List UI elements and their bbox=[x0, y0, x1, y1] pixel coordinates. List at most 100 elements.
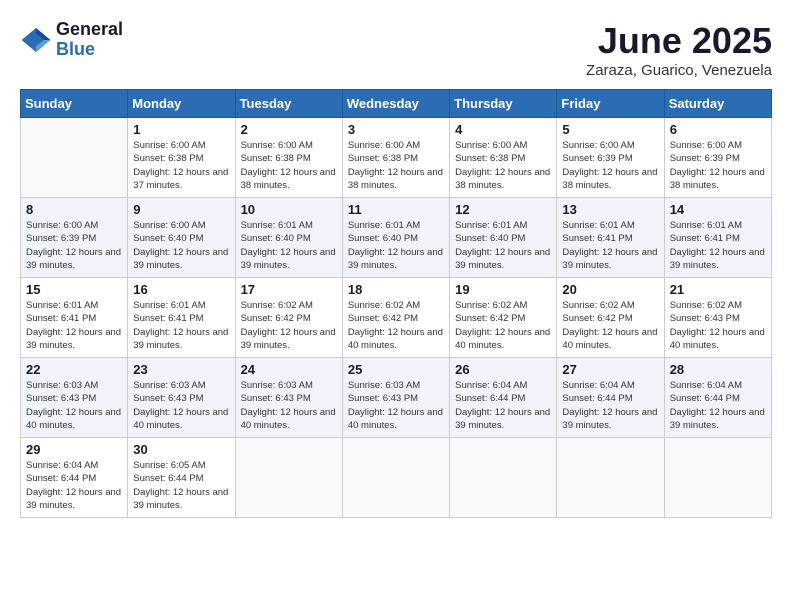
day-info: Sunrise: 6:04 AMSunset: 6:44 PMDaylight:… bbox=[670, 380, 765, 431]
day-info: Sunrise: 6:02 AMSunset: 6:42 PMDaylight:… bbox=[455, 300, 550, 351]
table-row: 26 Sunrise: 6:04 AMSunset: 6:44 PMDaylig… bbox=[450, 358, 557, 438]
table-row: 21 Sunrise: 6:02 AMSunset: 6:43 PMDaylig… bbox=[664, 278, 771, 358]
day-info: Sunrise: 6:00 AMSunset: 6:39 PMDaylight:… bbox=[562, 140, 657, 191]
day-number: 13 bbox=[562, 202, 658, 217]
calendar-row: 15 Sunrise: 6:01 AMSunset: 6:41 PMDaylig… bbox=[21, 278, 772, 358]
day-number: 11 bbox=[348, 202, 444, 217]
table-row: 10 Sunrise: 6:01 AMSunset: 6:40 PMDaylig… bbox=[235, 198, 342, 278]
day-info: Sunrise: 6:00 AMSunset: 6:38 PMDaylight:… bbox=[455, 140, 550, 191]
day-number: 15 bbox=[26, 282, 122, 297]
day-info: Sunrise: 6:03 AMSunset: 6:43 PMDaylight:… bbox=[133, 380, 228, 431]
logo: General Blue bbox=[20, 20, 123, 60]
day-number: 17 bbox=[241, 282, 337, 297]
calendar-row: 29 Sunrise: 6:04 AMSunset: 6:44 PMDaylig… bbox=[21, 438, 772, 518]
table-row: 1 Sunrise: 6:00 AMSunset: 6:38 PMDayligh… bbox=[128, 118, 235, 198]
table-row: 8 Sunrise: 6:00 AMSunset: 6:39 PMDayligh… bbox=[21, 198, 128, 278]
day-number: 25 bbox=[348, 362, 444, 377]
month-title: June 2025 bbox=[586, 20, 772, 62]
calendar-row: 22 Sunrise: 6:03 AMSunset: 6:43 PMDaylig… bbox=[21, 358, 772, 438]
day-info: Sunrise: 6:05 AMSunset: 6:44 PMDaylight:… bbox=[133, 460, 228, 511]
table-row: 5 Sunrise: 6:00 AMSunset: 6:39 PMDayligh… bbox=[557, 118, 664, 198]
table-row: 23 Sunrise: 6:03 AMSunset: 6:43 PMDaylig… bbox=[128, 358, 235, 438]
day-info: Sunrise: 6:01 AMSunset: 6:40 PMDaylight:… bbox=[348, 220, 443, 271]
table-row: 15 Sunrise: 6:01 AMSunset: 6:41 PMDaylig… bbox=[21, 278, 128, 358]
day-info: Sunrise: 6:04 AMSunset: 6:44 PMDaylight:… bbox=[455, 380, 550, 431]
day-info: Sunrise: 6:01 AMSunset: 6:40 PMDaylight:… bbox=[241, 220, 336, 271]
day-info: Sunrise: 6:01 AMSunset: 6:41 PMDaylight:… bbox=[670, 220, 765, 271]
day-info: Sunrise: 6:03 AMSunset: 6:43 PMDaylight:… bbox=[241, 380, 336, 431]
table-row: 2 Sunrise: 6:00 AMSunset: 6:38 PMDayligh… bbox=[235, 118, 342, 198]
day-info: Sunrise: 6:00 AMSunset: 6:39 PMDaylight:… bbox=[26, 220, 121, 271]
table-row: 29 Sunrise: 6:04 AMSunset: 6:44 PMDaylig… bbox=[21, 438, 128, 518]
day-number: 4 bbox=[455, 122, 551, 137]
col-sunday: Sunday bbox=[21, 90, 128, 118]
table-row: 28 Sunrise: 6:04 AMSunset: 6:44 PMDaylig… bbox=[664, 358, 771, 438]
table-row: 20 Sunrise: 6:02 AMSunset: 6:42 PMDaylig… bbox=[557, 278, 664, 358]
day-info: Sunrise: 6:04 AMSunset: 6:44 PMDaylight:… bbox=[562, 380, 657, 431]
day-number: 18 bbox=[348, 282, 444, 297]
table-row: 14 Sunrise: 6:01 AMSunset: 6:41 PMDaylig… bbox=[664, 198, 771, 278]
day-number: 14 bbox=[670, 202, 766, 217]
day-number: 30 bbox=[133, 442, 229, 457]
day-info: Sunrise: 6:02 AMSunset: 6:42 PMDaylight:… bbox=[348, 300, 443, 351]
col-saturday: Saturday bbox=[664, 90, 771, 118]
table-row: 16 Sunrise: 6:01 AMSunset: 6:41 PMDaylig… bbox=[128, 278, 235, 358]
day-info: Sunrise: 6:02 AMSunset: 6:42 PMDaylight:… bbox=[241, 300, 336, 351]
day-number: 24 bbox=[241, 362, 337, 377]
header-row: Sunday Monday Tuesday Wednesday Thursday… bbox=[21, 90, 772, 118]
table-row: 13 Sunrise: 6:01 AMSunset: 6:41 PMDaylig… bbox=[557, 198, 664, 278]
day-info: Sunrise: 6:01 AMSunset: 6:41 PMDaylight:… bbox=[26, 300, 121, 351]
calendar-row: 8 Sunrise: 6:00 AMSunset: 6:39 PMDayligh… bbox=[21, 198, 772, 278]
day-number: 3 bbox=[348, 122, 444, 137]
table-row: 19 Sunrise: 6:02 AMSunset: 6:42 PMDaylig… bbox=[450, 278, 557, 358]
logo-icon bbox=[20, 24, 52, 56]
col-wednesday: Wednesday bbox=[342, 90, 449, 118]
table-row: 4 Sunrise: 6:00 AMSunset: 6:38 PMDayligh… bbox=[450, 118, 557, 198]
table-row bbox=[235, 438, 342, 518]
title-block: June 2025 Zaraza, Guarico, Venezuela bbox=[586, 20, 772, 79]
day-number: 22 bbox=[26, 362, 122, 377]
col-monday: Monday bbox=[128, 90, 235, 118]
logo-line2: Blue bbox=[56, 40, 123, 60]
day-number: 1 bbox=[133, 122, 229, 137]
table-row: 27 Sunrise: 6:04 AMSunset: 6:44 PMDaylig… bbox=[557, 358, 664, 438]
table-row: 22 Sunrise: 6:03 AMSunset: 6:43 PMDaylig… bbox=[21, 358, 128, 438]
day-number: 20 bbox=[562, 282, 658, 297]
day-number: 21 bbox=[670, 282, 766, 297]
day-number: 6 bbox=[670, 122, 766, 137]
table-row: 25 Sunrise: 6:03 AMSunset: 6:43 PMDaylig… bbox=[342, 358, 449, 438]
table-row: 17 Sunrise: 6:02 AMSunset: 6:42 PMDaylig… bbox=[235, 278, 342, 358]
table-row bbox=[342, 438, 449, 518]
table-row: 6 Sunrise: 6:00 AMSunset: 6:39 PMDayligh… bbox=[664, 118, 771, 198]
table-row bbox=[450, 438, 557, 518]
day-number: 26 bbox=[455, 362, 551, 377]
calendar-row: 1 Sunrise: 6:00 AMSunset: 6:38 PMDayligh… bbox=[21, 118, 772, 198]
day-number: 10 bbox=[241, 202, 337, 217]
logo-line1: General bbox=[56, 20, 123, 40]
day-info: Sunrise: 6:00 AMSunset: 6:40 PMDaylight:… bbox=[133, 220, 228, 271]
day-number: 28 bbox=[670, 362, 766, 377]
day-number: 2 bbox=[241, 122, 337, 137]
calendar-table: Sunday Monday Tuesday Wednesday Thursday… bbox=[20, 89, 772, 518]
day-info: Sunrise: 6:03 AMSunset: 6:43 PMDaylight:… bbox=[348, 380, 443, 431]
day-info: Sunrise: 6:01 AMSunset: 6:40 PMDaylight:… bbox=[455, 220, 550, 271]
table-row: 24 Sunrise: 6:03 AMSunset: 6:43 PMDaylig… bbox=[235, 358, 342, 438]
table-row bbox=[557, 438, 664, 518]
day-number: 23 bbox=[133, 362, 229, 377]
col-tuesday: Tuesday bbox=[235, 90, 342, 118]
day-number: 9 bbox=[133, 202, 229, 217]
day-info: Sunrise: 6:03 AMSunset: 6:43 PMDaylight:… bbox=[26, 380, 121, 431]
table-row: 9 Sunrise: 6:00 AMSunset: 6:40 PMDayligh… bbox=[128, 198, 235, 278]
day-info: Sunrise: 6:01 AMSunset: 6:41 PMDaylight:… bbox=[562, 220, 657, 271]
table-row: 3 Sunrise: 6:00 AMSunset: 6:38 PMDayligh… bbox=[342, 118, 449, 198]
table-row bbox=[21, 118, 128, 198]
table-row: 12 Sunrise: 6:01 AMSunset: 6:40 PMDaylig… bbox=[450, 198, 557, 278]
col-friday: Friday bbox=[557, 90, 664, 118]
day-info: Sunrise: 6:02 AMSunset: 6:43 PMDaylight:… bbox=[670, 300, 765, 351]
day-number: 27 bbox=[562, 362, 658, 377]
logo-text: General Blue bbox=[56, 20, 123, 60]
day-number: 19 bbox=[455, 282, 551, 297]
day-info: Sunrise: 6:00 AMSunset: 6:38 PMDaylight:… bbox=[241, 140, 336, 191]
day-number: 8 bbox=[26, 202, 122, 217]
day-info: Sunrise: 6:00 AMSunset: 6:39 PMDaylight:… bbox=[670, 140, 765, 191]
